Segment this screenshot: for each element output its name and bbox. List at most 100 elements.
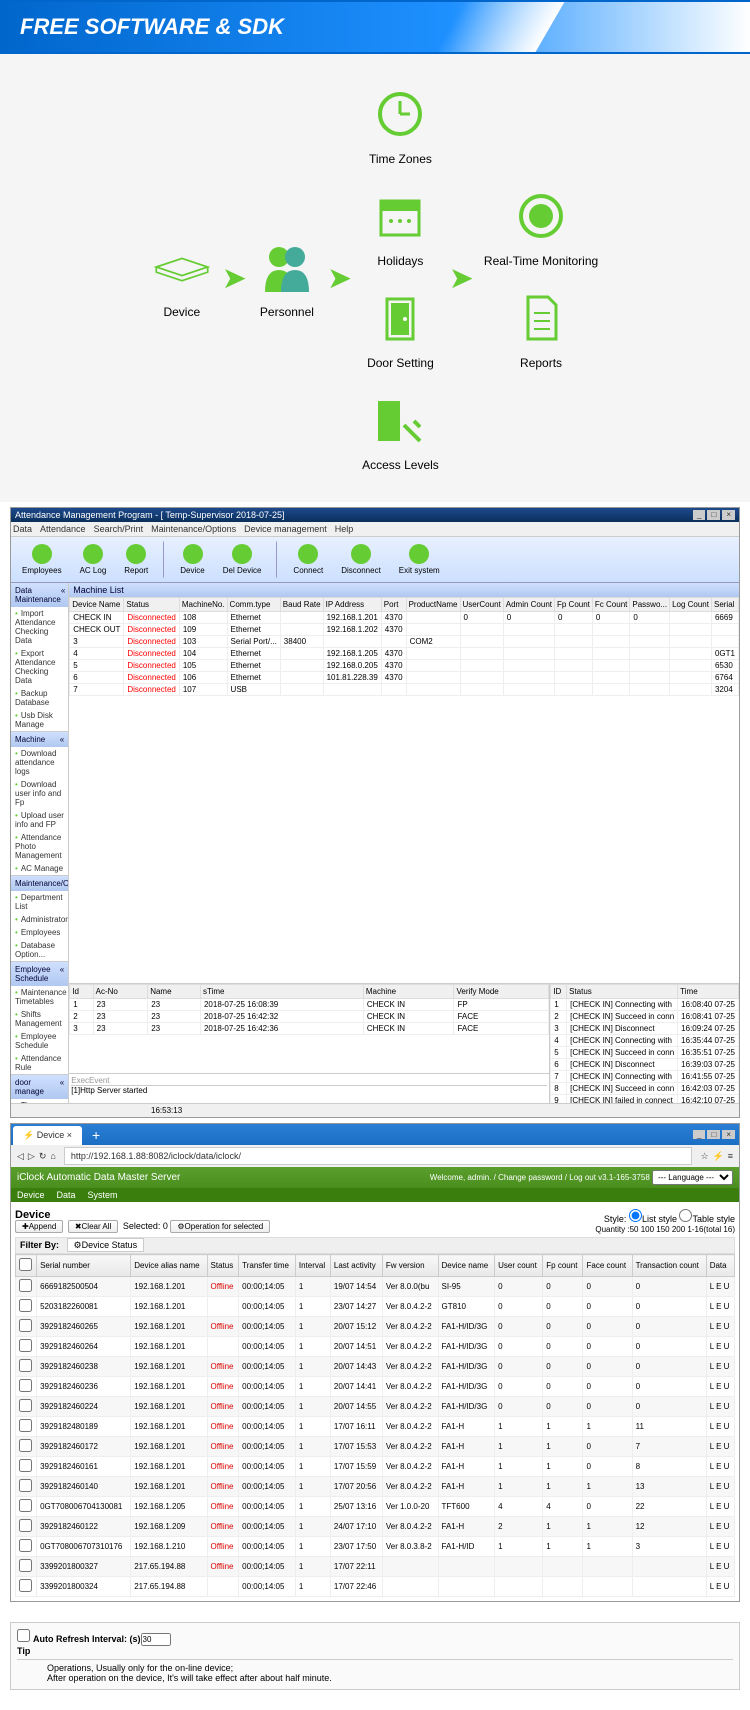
side-item[interactable]: Shifts Management [11,1008,68,1030]
side-item[interactable]: Download user info and Fp [11,778,68,809]
col-header[interactable]: Verify Mode [454,985,549,999]
table-row[interactable]: 7[CHECK IN] Connecting with16:41:55 07-2… [551,1071,739,1083]
table-row[interactable]: 0GT708006707310176192.168.1.210Offline00… [16,1537,735,1557]
table-row[interactable]: 3929182460224192.168.1.201Offline00:00;1… [16,1397,735,1417]
side-item[interactable]: Import Attendance Checking Data [11,607,68,647]
table-row[interactable]: 2[CHECK IN] Succeed in conn16:08:41 07-2… [551,1011,739,1023]
col-header[interactable]: UserCount [460,598,503,612]
table-row[interactable]: 123232018-07-25 16:08:39CHECK INFP [70,999,549,1011]
table-row[interactable]: 4Disconnected104Ethernet192.168.1.205437… [70,648,739,660]
select-all-checkbox[interactable] [19,1258,32,1271]
row-checkbox[interactable] [19,1459,32,1472]
max-button[interactable]: □ [707,1130,720,1139]
col-header[interactable]: Status [567,985,678,999]
col-header[interactable]: Status [207,1255,239,1277]
side-head[interactable]: door manage« [11,1075,68,1099]
table-row[interactable]: 3929182460122192.168.1.209Offline00:00;1… [16,1517,735,1537]
close-button[interactable]: × [722,1130,735,1139]
side-item[interactable]: Upload user info and FP [11,809,68,831]
min-button[interactable]: _ [693,1130,705,1139]
table-row[interactable]: 3[CHECK IN] Disconnect16:09:24 07-25 [551,1023,739,1035]
col-header[interactable]: Fw version [382,1255,438,1277]
menu-item[interactable]: Data [57,1190,76,1200]
row-checkbox[interactable] [19,1479,32,1492]
menu-item[interactable]: Maintenance/Options [151,524,236,534]
row-checkbox[interactable] [19,1439,32,1452]
auto-refresh-checkbox[interactable] [17,1629,30,1642]
table-row[interactable]: 6[CHECK IN] Disconnect16:39:03 07-25 [551,1059,739,1071]
col-header[interactable]: Machine [363,985,454,999]
table-row[interactable]: 3399201800327217.65.194.88Offline00:00;1… [16,1557,735,1577]
col-header[interactable]: Name [148,985,201,999]
col-header[interactable]: Fp Count [555,598,593,612]
table-row[interactable]: 3929182460265192.168.1.201Offline00:00;1… [16,1317,735,1337]
side-item[interactable]: Download attendance logs [11,747,68,778]
row-checkbox[interactable] [19,1379,32,1392]
row-checkbox[interactable] [19,1279,32,1292]
menu-item[interactable]: Attendance [40,524,86,534]
language-select[interactable]: --- Language --- [652,1170,733,1185]
browser-tab[interactable]: ⚡ Device × [13,1126,82,1145]
max-button[interactable]: □ [707,510,720,520]
row-checkbox[interactable] [19,1299,32,1312]
side-item[interactable]: AC Manage [11,862,68,875]
col-header[interactable]: Data [706,1255,734,1277]
table-row[interactable]: CHECK OUTDisconnected109Ethernet192.168.… [70,624,739,636]
menu-item[interactable]: Device [17,1190,45,1200]
device-status-tab[interactable]: ⚙Device Status [67,1238,145,1252]
table-row[interactable]: CHECK INDisconnected108Ethernet192.168.1… [70,612,739,624]
col-header[interactable]: Passwo... [630,598,670,612]
side-item[interactable]: Export Attendance Checking Data [11,647,68,687]
back-icon[interactable]: ◁ [17,1151,24,1162]
col-header[interactable]: User count [495,1255,543,1277]
col-header[interactable]: Id [70,985,93,999]
toolbar-del-device[interactable]: Del Device [216,541,269,578]
table-row[interactable]: 5[CHECK IN] Succeed in conn16:35:51 07-2… [551,1047,739,1059]
col-header[interactable]: Time [678,985,739,999]
col-header[interactable]: Device alias name [131,1255,207,1277]
table-row[interactable]: 6Disconnected106Ethernet101.81.228.39437… [70,672,739,684]
table-row[interactable]: 0GT708006704130081192.168.1.205Offline00… [16,1497,735,1517]
col-header[interactable]: Fp count [543,1255,583,1277]
side-head[interactable]: Employee Schedule« [11,962,68,986]
col-header[interactable]: Last activity [330,1255,382,1277]
col-header[interactable]: Serial [711,598,738,612]
clearall-button[interactable]: ✖Clear All [68,1220,119,1233]
side-head[interactable]: Machine« [11,732,68,747]
table-row[interactable]: 3929182460264192.168.1.20100:00;14:05120… [16,1337,735,1357]
table-row[interactable]: 3929182460238192.168.1.201Offline00:00;1… [16,1357,735,1377]
menu-item[interactable]: Data [13,524,32,534]
url-field[interactable]: http://192.168.1.88:8082/iclock/data/icl… [64,1147,693,1165]
close-button[interactable]: × [722,510,735,520]
table-row[interactable]: 7Disconnected107USB3204 [70,684,739,696]
col-header[interactable]: IP Address [323,598,381,612]
menu-item[interactable]: System [88,1190,118,1200]
row-checkbox[interactable] [19,1539,32,1552]
table-row[interactable]: 3929182460236192.168.1.201Offline00:00;1… [16,1377,735,1397]
toolbar-connect[interactable]: Connect [286,541,330,578]
bolt-icon[interactable]: ⚡ [713,1151,724,1162]
side-item[interactable]: Department List [11,891,68,913]
menu-item[interactable]: Search/Print [94,524,144,534]
col-header[interactable]: Interval [295,1255,330,1277]
toolbar-disconnect[interactable]: Disconnect [334,541,388,578]
col-header[interactable]: Status [124,598,179,612]
col-header[interactable]: ID [551,985,567,999]
col-header[interactable]: Log Count [670,598,712,612]
star-icon[interactable]: ☆ [700,1151,708,1162]
row-checkbox[interactable] [19,1339,32,1352]
side-item[interactable]: Attendance Photo Management [11,831,68,862]
side-item[interactable]: Employees [11,926,68,939]
col-header[interactable]: ProductName [406,598,460,612]
menu-icon[interactable]: ≡ [728,1151,733,1161]
menu-item[interactable]: Help [335,524,354,534]
col-header[interactable]: Transaction count [632,1255,706,1277]
side-item[interactable]: Employee Schedule [11,1030,68,1052]
side-item[interactable]: Timezone [11,1099,68,1103]
side-item[interactable]: Maintenance Timetables [11,986,68,1008]
col-header[interactable]: Baud Rate [280,598,323,612]
table-row[interactable]: 3929182460140192.168.1.201Offline00:00;1… [16,1477,735,1497]
col-header[interactable]: Face count [583,1255,632,1277]
side-item[interactable]: Attendance Rule [11,1052,68,1074]
toolbar-ac-log[interactable]: AC Log [73,541,114,578]
